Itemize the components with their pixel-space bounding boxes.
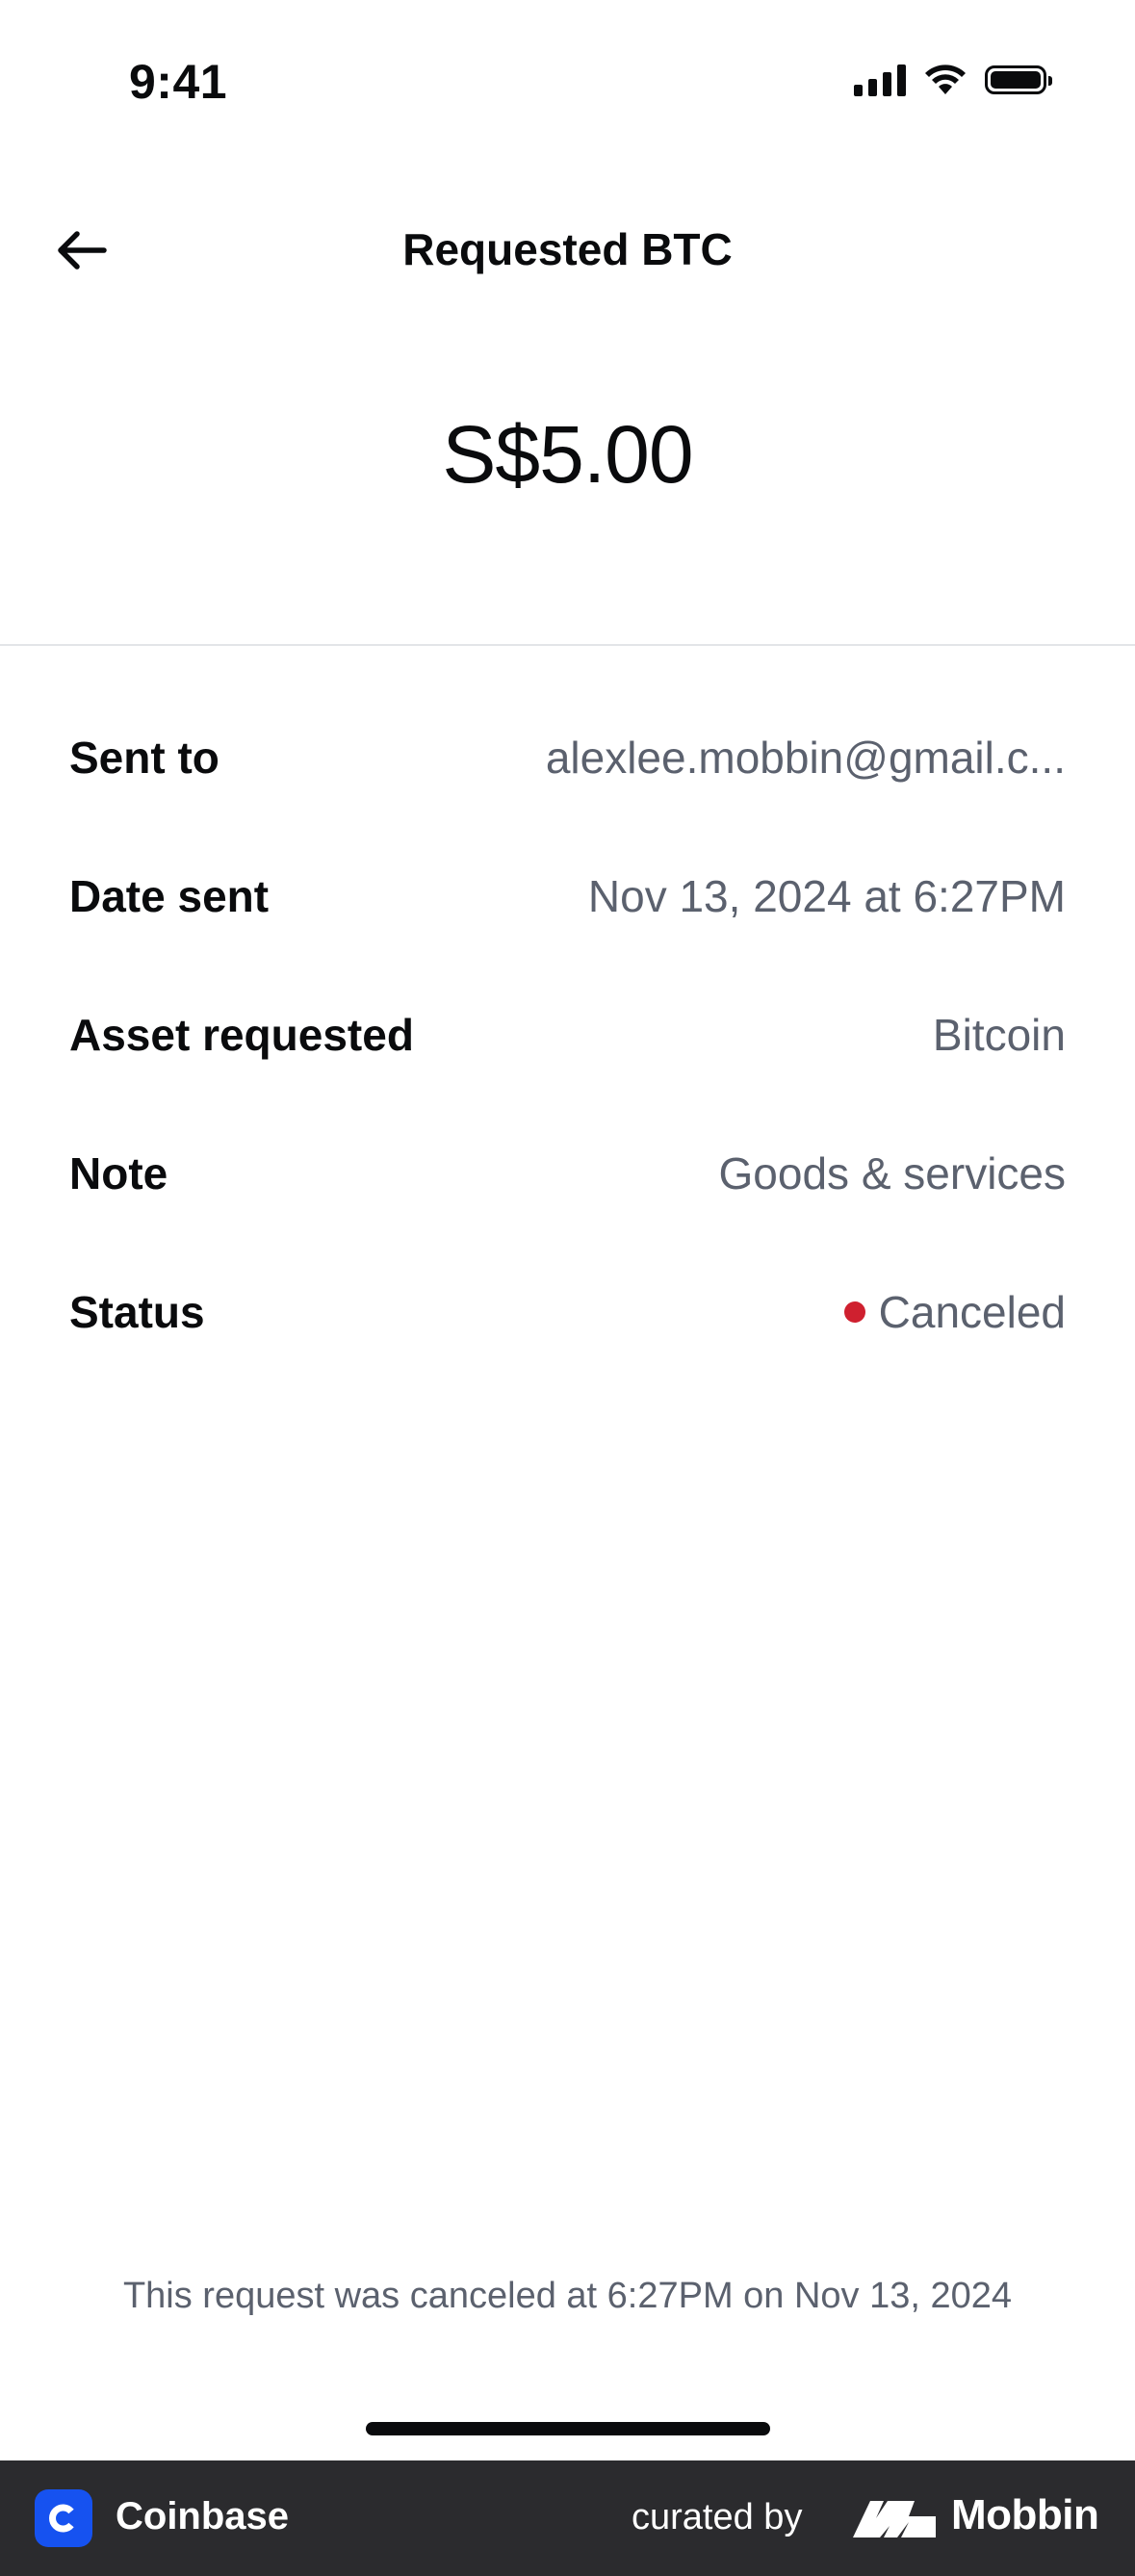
wifi-icon [925,64,966,94]
detail-label: Date sent [69,871,270,921]
battery-icon [985,65,1052,94]
status-bar: 9:41 [0,0,1135,164]
detail-row-date-sent: Date sent Nov 13, 2024 at 6:27PM [69,870,1066,1009]
status-badge: Canceled [843,1286,1066,1338]
detail-row-note: Note Goods & services [69,1147,1066,1286]
curated-by-label: curated by [632,2497,803,2537]
detail-label: Status [69,1287,205,1337]
detail-label: Sent to [69,733,219,783]
detail-label: Asset requested [69,1010,414,1060]
detail-value: Nov 13, 2024 at 6:27PM [587,871,1066,921]
home-indicator [366,2422,770,2435]
mobbin-name: Mobbin [951,2491,1099,2538]
branding-bar: Coinbase curated by Mobbin [0,2460,1135,2576]
detail-label: Note [69,1148,168,1198]
detail-row-status: Status Canceled [69,1286,1066,1425]
mobbin-logo-icon [853,2501,936,2537]
cancellation-note: This request was canceled at 6:27PM on N… [122,2276,1013,2316]
request-amount: S$5.00 [442,409,693,500]
cellular-signal-icon [854,64,906,96]
status-time: 9:41 [129,55,228,109]
header: Requested BTC [0,193,1135,308]
status-text: Canceled [878,1287,1066,1337]
request-details: Sent to alexlee.mobbin@gmail.c... Date s… [69,732,1066,1425]
status-dot-icon [843,1301,865,1323]
detail-value: alexlee.mobbin@gmail.c... [545,733,1066,783]
detail-row-sent-to: Sent to alexlee.mobbin@gmail.c... [69,732,1066,870]
status-icons [854,64,1052,96]
page-title: Requested BTC [402,224,733,274]
app-name: Coinbase [116,2495,290,2537]
detail-row-asset: Asset requested Bitcoin [69,1009,1066,1147]
coinbase-logo-icon [35,2489,92,2547]
detail-value: Goods & services [718,1148,1066,1198]
detail-value: Bitcoin [932,1010,1066,1060]
divider [0,644,1135,646]
